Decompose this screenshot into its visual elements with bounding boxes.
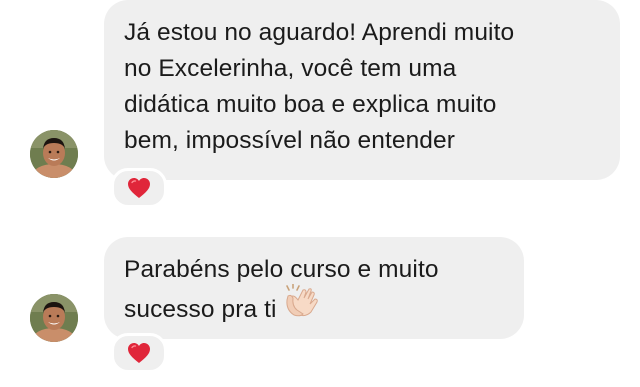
message-thread: Já estou no aguardo! Aprendi muito no Ex… [0,0,640,387]
message-text-line: bem, impossível não entender [124,127,456,154]
message-text-line: didática muito boa e explica muito [124,91,497,118]
message-text-line: sucesso pra ti [124,283,504,333]
reaction-badge[interactable] [111,333,167,373]
message-text-line: Já estou no aguardo! Aprendi muito [124,19,515,46]
sender-avatar[interactable] [30,294,78,342]
reaction-badge[interactable] [111,168,167,208]
heart-icon [128,343,150,363]
message-bubble[interactable]: Já estou no aguardo! Aprendi muito no Ex… [104,0,620,180]
message-text-line: Parabéns pelo curso e muito [124,256,439,283]
clapping-hands-icon [283,283,319,329]
sender-avatar[interactable] [30,130,78,178]
message-text: sucesso pra ti [124,295,277,323]
message-text-line: no Excelerinha, você tem uma [124,55,457,82]
message-bubble[interactable]: Parabéns pelo curso e muito sucesso pra … [104,237,524,339]
heart-icon [128,178,150,198]
